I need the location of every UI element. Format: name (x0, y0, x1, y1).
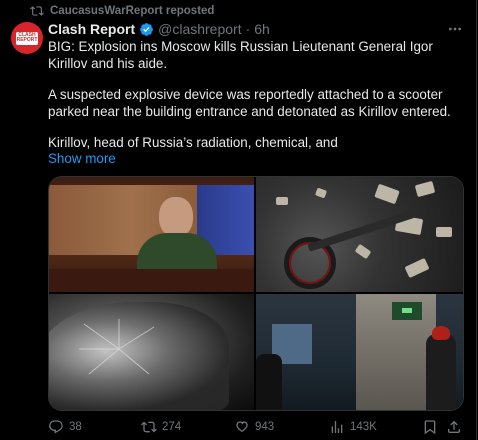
repost-label[interactable]: CaucasusWarReport reposted (50, 5, 214, 17)
photo-general-speaking[interactable] (49, 177, 254, 292)
share-button[interactable] (446, 419, 462, 435)
timestamp[interactable]: 6h (254, 21, 270, 37)
repost-indicator[interactable]: CaucasusWarReport reposted (30, 4, 214, 18)
more-dots-icon (449, 27, 461, 31)
media-grid (48, 176, 464, 411)
verified-badge-icon[interactable] (139, 22, 154, 37)
exit-sign (392, 302, 422, 320)
views-chart-icon (331, 421, 343, 433)
desk (49, 269, 254, 292)
avatar-logo-line-2: REPORT (16, 37, 38, 43)
author-name[interactable]: Clash Report (48, 21, 135, 37)
photo-damaged-car[interactable] (49, 294, 254, 410)
view-count: 143K (350, 421, 377, 433)
views-button[interactable]: 143K (329, 419, 377, 435)
avatar[interactable]: CLASH REPORT (11, 22, 43, 54)
like-count: 943 (255, 421, 275, 433)
repost-button[interactable]: 274 (141, 419, 181, 435)
person-silhouette (256, 354, 282, 410)
repost-icon (30, 6, 44, 16)
repost-count: 274 (162, 421, 182, 433)
show-more-link[interactable]: Show more (48, 150, 116, 167)
bookmark-icon (424, 420, 436, 435)
like-button[interactable]: 943 (234, 419, 274, 435)
tweet-paragraph-1: BIG: Explosion ins Moscow kills Russian … (48, 39, 433, 71)
action-bar: 38 274 943 143K (48, 419, 464, 437)
author-handle[interactable]: @clashreport (158, 21, 241, 37)
avatar-logo: CLASH REPORT (16, 31, 38, 45)
more-options-button[interactable] (445, 20, 465, 38)
reply-count: 38 (69, 421, 82, 433)
tweet-paragraph-2: A suspected explosive device was reporte… (48, 87, 451, 119)
tweet-paragraph-3: Kirillov, head of Russia’s radiation, ch… (48, 135, 338, 150)
firefighter-helmet (432, 326, 450, 340)
photo-building-entrance-firefighter[interactable] (256, 294, 463, 410)
separator-dot: · (245, 21, 251, 37)
share-icon (448, 420, 460, 433)
repost-icon (141, 421, 157, 433)
shattered-glass-icon (79, 319, 155, 375)
photo-scooter-debris[interactable] (256, 177, 463, 292)
tweet-header: Clash Report @clashreport · 6h (48, 21, 270, 37)
bookmark-button[interactable] (422, 419, 438, 435)
reply-icon (49, 420, 63, 434)
firefighter (426, 334, 456, 410)
heart-icon (236, 421, 248, 433)
reply-button[interactable]: 38 (48, 419, 82, 435)
tweet[interactable]: CaucasusWarReport reposted CLASH REPORT … (0, 0, 477, 440)
